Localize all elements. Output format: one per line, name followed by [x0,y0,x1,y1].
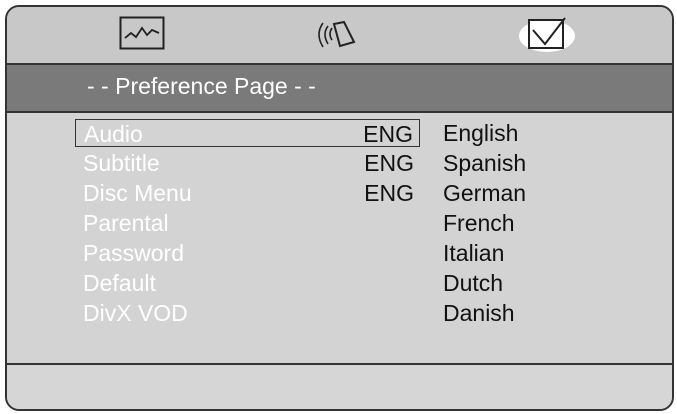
menu-item-label: Parental [83,210,169,236]
waveform-icon [119,16,165,50]
page-title: - - Preference Page - - [87,73,316,99]
menu-item-password[interactable]: Password [75,239,420,267]
menu-item-parental[interactable]: Parental [75,209,420,237]
option-italian[interactable]: Italian [443,239,504,267]
menu-item-label: DivX VOD [83,300,188,326]
menu-item-label: Password [83,240,184,266]
menu-item-audio[interactable]: Audio ENG [75,119,420,147]
tab-preference-page[interactable] [517,16,577,54]
status-bar [7,363,672,409]
menu-item-value: ENG [363,121,413,147]
settings-panel: Audio ENG Subtitle ENG Disc Menu ENG Par… [7,113,672,361]
menu-item-label: Disc Menu [83,180,192,206]
menu-item-value: ENG [364,150,414,176]
option-danish[interactable]: Danish [443,299,515,327]
menu-item-divx-vod[interactable]: DivX VOD [75,299,420,327]
tab-audio-setup[interactable] [312,16,358,52]
option-english[interactable]: English [443,119,518,147]
menu-item-disc-menu[interactable]: Disc Menu ENG [75,179,420,207]
tab-bar [7,7,672,65]
page-header: - - Preference Page - - [7,65,672,113]
menu-item-label: Subtitle [83,150,160,176]
speaker-icon [318,20,356,48]
menu-item-value: ENG [364,180,414,206]
option-french[interactable]: French [443,209,515,237]
osd-window: - - Preference Page - - Audio ENG Subtit… [5,5,674,411]
menu-item-default[interactable]: Default [75,269,420,297]
tab-general-setup[interactable] [119,16,165,50]
menu-item-label: Audio [84,121,143,147]
menu-item-label: Default [83,270,156,296]
menu-item-subtitle[interactable]: Subtitle ENG [75,149,420,177]
option-spanish[interactable]: Spanish [443,149,526,177]
option-dutch[interactable]: Dutch [443,269,503,297]
checkbox-icon [519,17,575,52]
option-german[interactable]: German [443,179,526,207]
